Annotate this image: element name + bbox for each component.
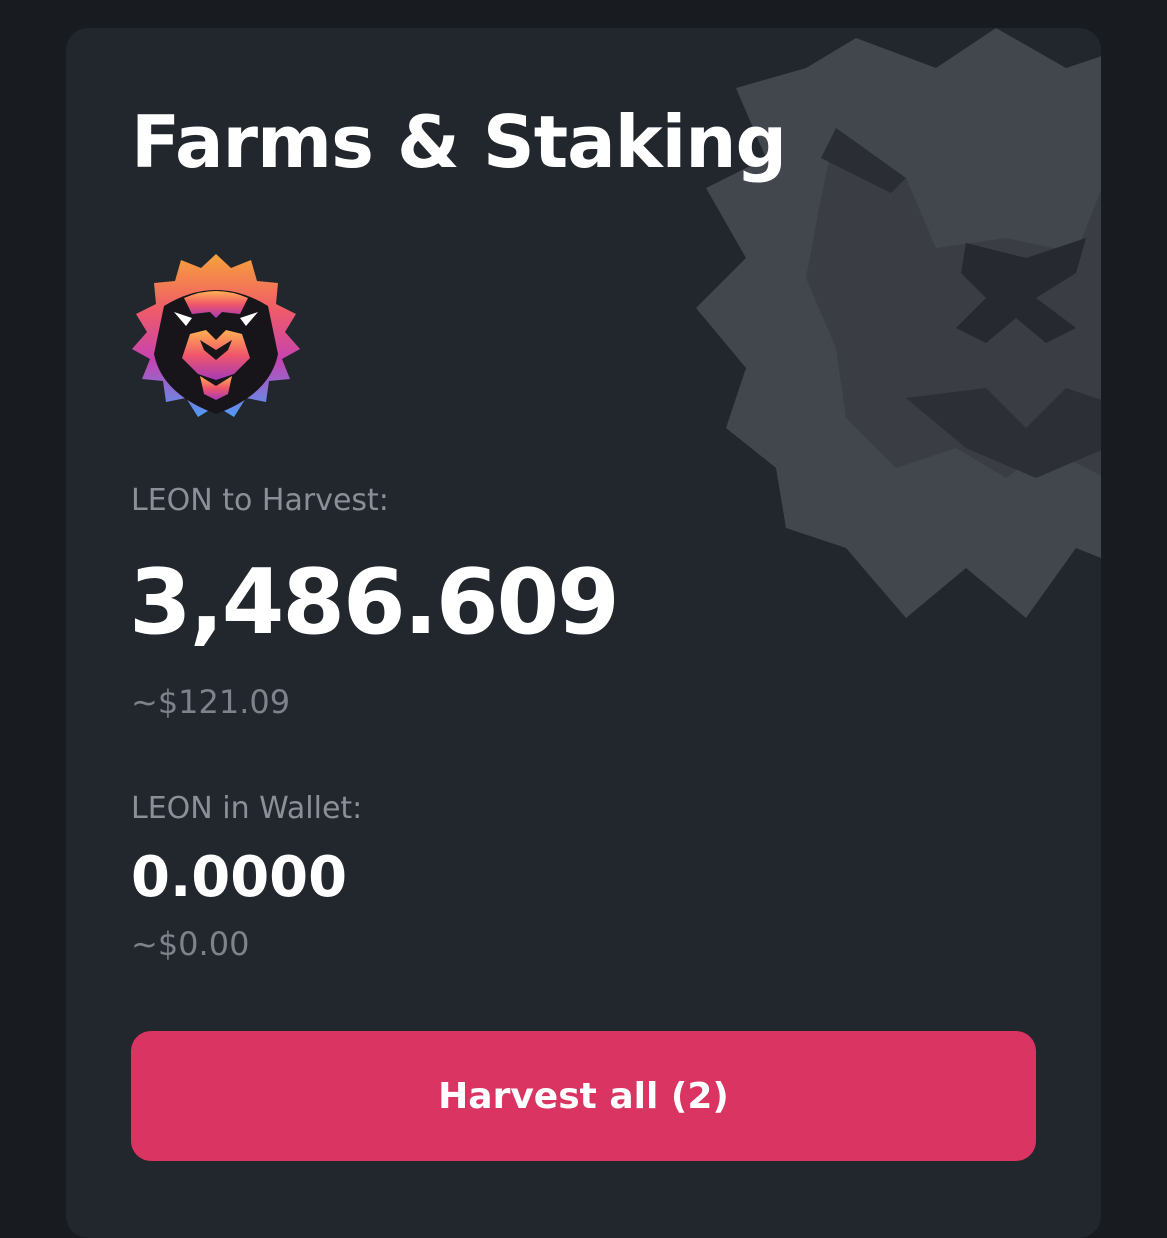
wallet-amount: 0.0000 — [131, 845, 348, 910]
harvest-usd-value: ~$121.09 — [131, 683, 291, 721]
wallet-label: LEON in Wallet: — [131, 791, 363, 826]
lion-logo-icon — [132, 254, 300, 417]
harvest-label: LEON to Harvest: — [131, 483, 389, 518]
page-title: Farms & Staking — [131, 100, 787, 184]
farms-staking-card: Farms & Staking LEON to Harvest: 3,486.6… — [66, 28, 1101, 1238]
harvest-amount: 3,486.609 — [129, 550, 620, 655]
wallet-usd-value: ~$0.00 — [131, 925, 250, 963]
harvest-all-button[interactable]: Harvest all (2) — [131, 1031, 1036, 1161]
